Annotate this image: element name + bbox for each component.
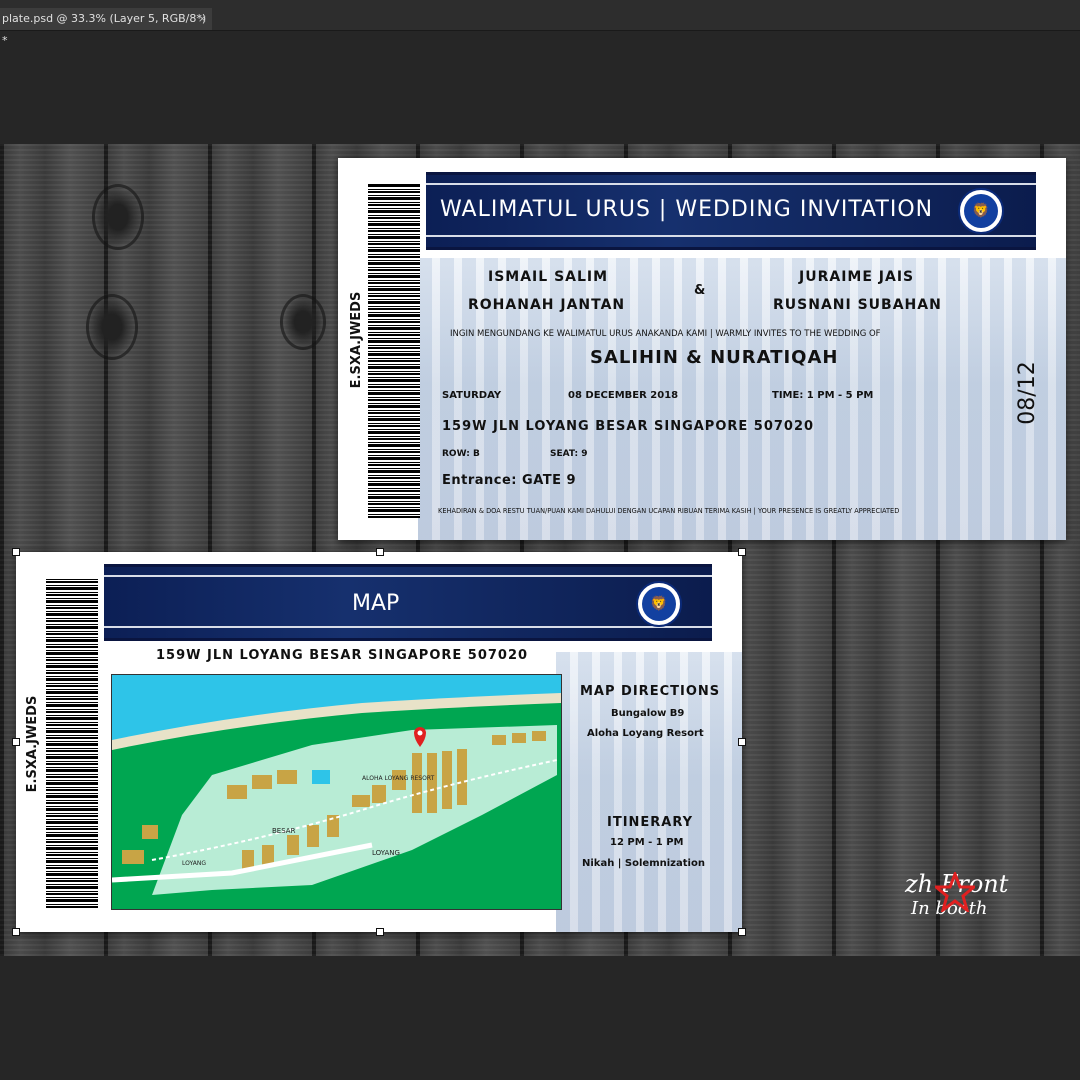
star-icon [935,872,975,912]
event-date: 08 DECEMBER 2018 [568,390,679,401]
wedding-ticket[interactable]: E.SXA.JWEDS WALIMATUL URUS | WEDDING INV… [338,158,1066,540]
side-code: E.SXA.JWEDS [25,695,40,793]
transform-handle[interactable] [376,548,384,556]
transform-handle[interactable] [738,548,746,556]
svg-text:LOYANG: LOYANG [372,849,400,857]
couple-names: SALIHIN & NURATIQAH [590,347,839,368]
map-card[interactable]: E.SXA.JWEDS MAP 🦁 159W JLN LOYANG BESAR … [16,552,742,932]
directions-line-2: Aloha Loyang Resort [587,728,704,739]
banner-rule [104,575,712,577]
event-day: SATURDAY [442,390,502,401]
lion-icon: 🦁 [642,587,676,621]
ticket-footer: KEHADIRAN & DOA RESTU TUAN/PUAN KAMI DAH… [438,507,900,515]
banner-rule [104,626,712,628]
chelsea-crest: 🦁 [636,581,682,627]
map-graphic: ALOHA LOYANG RESORT BESAR LOYANG LOYANG [112,693,561,909]
location-map[interactable]: ALOHA LOYANG RESORT BESAR LOYANG LOYANG [111,674,562,910]
seat-info: SEAT: 9 [550,449,588,459]
map-header-title: MAP [352,591,400,616]
entrance-info: Entrance: GATE 9 [442,473,577,488]
groom-parent-1: ISMAIL SALIM [488,269,609,285]
chelsea-crest: 🦁 [958,188,1004,234]
banner-rule [426,183,1036,185]
transform-handle[interactable] [376,928,384,936]
map-address: 159W JLN LOYANG BESAR SINGAPORE 507020 [156,648,529,663]
groom-parent-2: ROHANAH JANTAN [468,297,626,313]
document-tab-title: plate.psd @ 33.3% (Layer 5, RGB/8*) * [2,12,207,47]
ampersand: & [694,283,706,298]
barcode [368,184,420,518]
transform-handle[interactable] [12,928,20,936]
ticket-header-title: WALIMATUL URUS | WEDDING INVITATION [440,197,934,222]
document-tab[interactable]: plate.psd @ 33.3% (Layer 5, RGB/8*) * × [0,8,212,47]
bride-parent-1: JURAIME JAIS [799,269,915,285]
close-tab-icon[interactable]: × [198,8,207,30]
wood-knot [86,294,138,360]
itinerary-event: Nikah | Solemnization [582,858,705,869]
map-header-banner: MAP 🦁 [104,564,712,641]
svg-text:BESAR: BESAR [272,827,296,835]
directions-line-1: Bungalow B9 [611,708,685,719]
ticket-header-banner: WALIMATUL URUS | WEDDING INVITATION 🦁 [426,172,1036,250]
itinerary-title: ITINERARY [607,815,694,830]
transform-handle[interactable] [738,928,746,936]
barcode [46,578,98,908]
side-code: E.SXA.JWEDS [349,291,364,389]
map-directions-title: MAP DIRECTIONS [580,684,721,699]
bride-parent-2: RUSNANI SUBAHAN [773,297,942,313]
svg-text:ALOHA LOYANG RESORT: ALOHA LOYANG RESORT [362,775,435,782]
venue-address: 159W JLN LOYANG BESAR SINGAPORE 507020 [442,419,815,434]
wood-knot [280,294,326,350]
wood-knot [92,184,144,250]
brand-watermark: zh Front In booth [905,870,1008,919]
document-tab-bar: plate.psd @ 33.3% (Layer 5, RGB/8*) * × [0,0,1080,47]
event-time: TIME: 1 PM - 5 PM [772,390,874,401]
svg-text:LOYANG: LOYANG [182,860,206,867]
row-info: ROW: B [442,449,480,459]
transform-handle[interactable] [12,548,20,556]
itinerary-time: 12 PM - 1 PM [610,837,684,848]
short-date: 08/12 [1015,361,1040,425]
transform-handle[interactable] [12,738,20,746]
banner-rule [426,235,1036,237]
invite-line: INGIN MENGUNDANG KE WALIMATUL URUS ANAKA… [450,329,881,339]
transform-handle[interactable] [738,738,746,746]
lion-icon: 🦁 [964,194,998,228]
